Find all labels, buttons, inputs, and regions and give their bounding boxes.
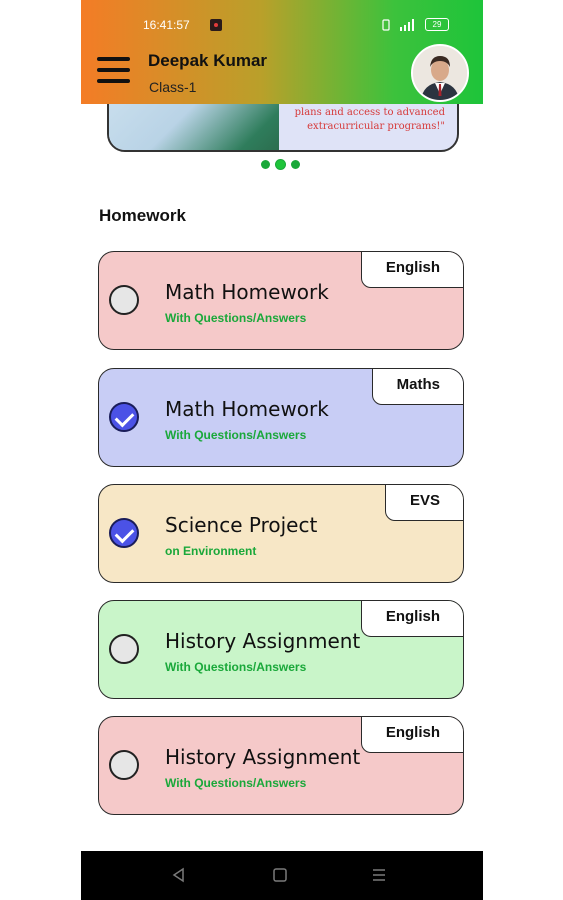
homework-subtitle: With Questions/Answers <box>165 660 307 674</box>
back-icon[interactable] <box>171 867 187 883</box>
menu-bar <box>97 68 130 72</box>
homework-card[interactable]: Math Homework With Questions/Answers Eng… <box>98 251 464 350</box>
status-icons: 29 <box>381 18 449 31</box>
subject-tag: English <box>360 601 463 637</box>
subject-tag: Maths <box>371 369 463 405</box>
avatar-image <box>413 46 467 100</box>
homework-subtitle: With Questions/Answers <box>165 311 307 325</box>
home-icon[interactable] <box>272 867 288 883</box>
homework-subtitle: With Questions/Answers <box>165 776 307 790</box>
app-screen: plans and access to advanced extracurric… <box>81 0 483 900</box>
homework-title: History Assignment <box>165 745 361 769</box>
user-name: Deepak Kumar <box>148 51 268 70</box>
battery-icon: 29 <box>425 18 449 31</box>
recents-menu-icon[interactable] <box>371 867 387 883</box>
menu-bar <box>97 57 130 61</box>
homework-title: Math Homework <box>165 280 329 304</box>
carousel-indicator[interactable] <box>261 160 300 169</box>
status-time: 16:41:57 <box>143 18 190 32</box>
homework-subtitle: on Environment <box>165 544 257 558</box>
subject-tag: English <box>360 717 463 753</box>
homework-title: Science Project <box>165 513 318 537</box>
menu-bar <box>97 79 130 83</box>
subject-tag: EVS <box>384 485 463 521</box>
homework-checkbox-checked[interactable] <box>109 518 139 548</box>
carousel-dot[interactable] <box>291 160 300 169</box>
homework-checkbox-checked[interactable] <box>109 402 139 432</box>
system-nav-bar <box>81 851 483 900</box>
homework-checkbox[interactable] <box>109 750 139 780</box>
homework-title: Math Homework <box>165 397 329 421</box>
screen-record-icon <box>210 19 222 31</box>
homework-section-title: Homework <box>99 206 186 225</box>
banner-text: plans and access to advanced extracurric… <box>294 107 445 132</box>
homework-subtitle: With Questions/Answers <box>165 428 307 442</box>
homework-card[interactable]: History Assignment With Questions/Answer… <box>98 600 464 699</box>
homework-checkbox[interactable] <box>109 285 139 315</box>
homework-title: History Assignment <box>165 629 361 653</box>
homework-card[interactable]: History Assignment With Questions/Answer… <box>98 716 464 815</box>
homework-checkbox[interactable] <box>109 634 139 664</box>
avatar[interactable] <box>411 44 469 102</box>
menu-button[interactable] <box>97 57 130 87</box>
subject-tag: English <box>360 252 463 288</box>
app-header: 16:41:57 29 Deepak Kumar Class-1 <box>81 0 483 104</box>
user-class: Class-1 <box>149 79 197 95</box>
vibrate-icon <box>382 18 390 31</box>
homework-card[interactable]: Math Homework With Questions/Answers Mat… <box>98 368 464 467</box>
signal-icon <box>400 18 414 31</box>
carousel-dot[interactable] <box>261 160 270 169</box>
homework-card[interactable]: Science Project on Environment EVS <box>98 484 464 583</box>
carousel-dot-active[interactable] <box>276 160 285 169</box>
